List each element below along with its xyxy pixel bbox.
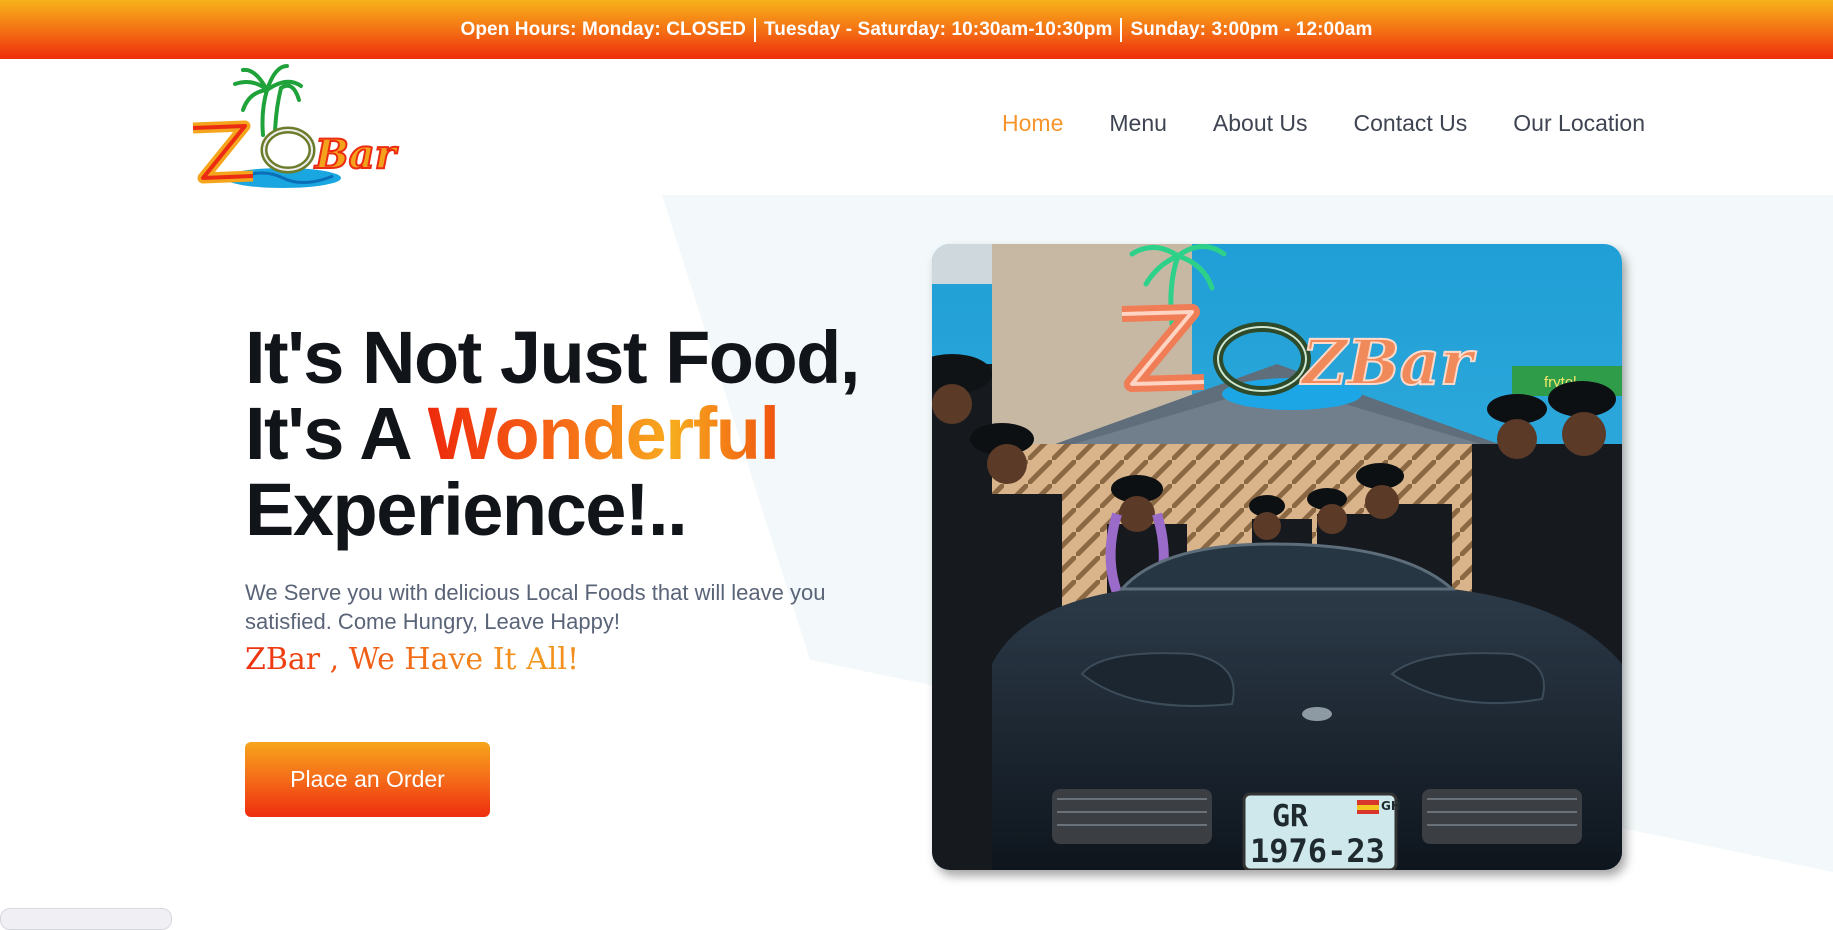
open-hours-bar: Open Hours: Monday: CLOSED Tuesday - Satu… — [0, 0, 1833, 59]
plate-country-text: GH — [1381, 799, 1401, 813]
nav-our-location[interactable]: Our Location — [1513, 110, 1645, 137]
nav-contact-us[interactable]: Contact Us — [1354, 110, 1468, 137]
divider — [1120, 17, 1123, 42]
neon-sign-text: ZBar — [1299, 326, 1477, 399]
nav-menu[interactable]: Menu — [1109, 110, 1167, 137]
hero-heading: It's Not Just Food, It's A Wonderful Exp… — [245, 320, 885, 548]
hours-sunday: Sunday: 3:00pm - 12:00am — [1130, 18, 1373, 40]
nav-about-us[interactable]: About Us — [1213, 110, 1308, 137]
staff-with-car-image: frytol ZBar GR GH 1976-23 — [932, 244, 1622, 870]
plate-top-text: GR — [1272, 799, 1309, 834]
hero-heading-line3: Experience!.. — [245, 468, 688, 551]
nav-home[interactable]: Home — [1002, 110, 1063, 137]
floating-widget[interactable] — [0, 908, 172, 930]
hero-heading-line2-prefix: It's A — [245, 392, 410, 475]
hero-heading-highlight: Wonderful — [427, 392, 780, 475]
svg-text:Bar: Bar — [314, 131, 399, 178]
hero-tagline: ZBar , We Have It All! — [245, 642, 885, 677]
hero-photo: frytol ZBar GR GH 1976-23 — [932, 244, 1622, 870]
place-order-button[interactable]: Place an Order — [245, 742, 490, 817]
zbar-logo-icon: Bar — [192, 64, 400, 188]
hero-subtitle: We Serve you with delicious Local Foods … — [245, 580, 826, 634]
open-hours-label: Open Hours: — [460, 18, 577, 40]
hours-monday: Monday: CLOSED — [582, 18, 746, 40]
hero-heading-line1: It's Not Just Food, — [245, 316, 860, 399]
divider — [753, 17, 756, 42]
main-nav: Home Menu About Us Contact Us Our Locati… — [1002, 110, 1645, 137]
plate-bottom-text: 1976-23 — [1250, 832, 1385, 870]
hero-section: It's Not Just Food, It's A Wonderful Exp… — [245, 320, 885, 678]
hours-tuesday-saturday: Tuesday - Saturday: 10:30am-10:30pm — [763, 18, 1113, 40]
site-logo[interactable]: Bar — [183, 60, 408, 195]
